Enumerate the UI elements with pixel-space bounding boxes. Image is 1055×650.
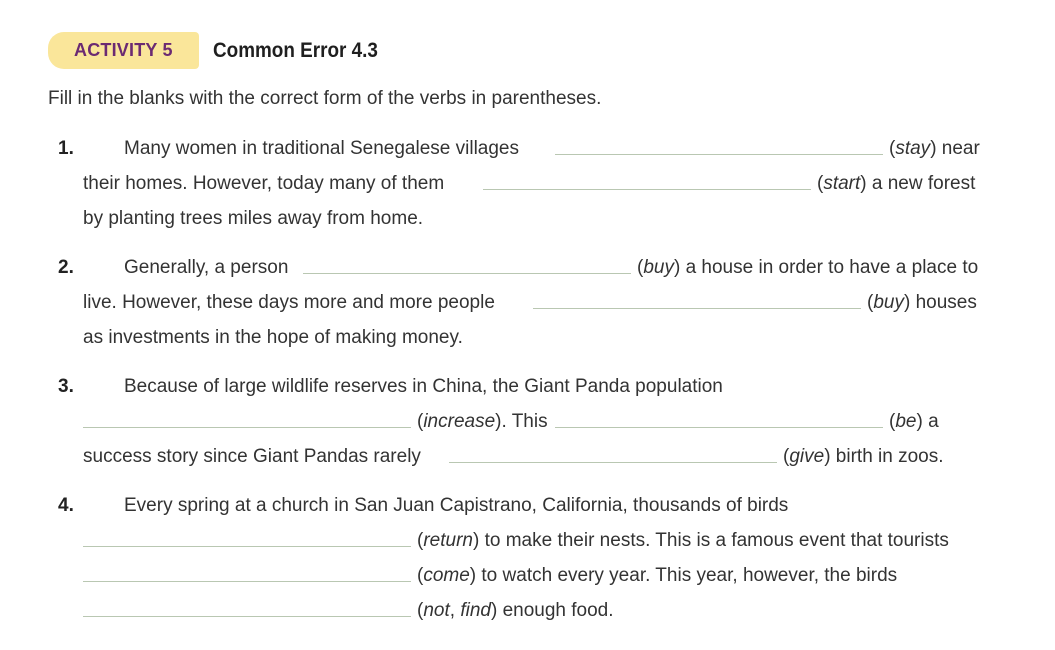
answer-blank[interactable] — [83, 616, 411, 617]
item-text: Many women in traditional Senegalese vil… — [124, 138, 520, 159]
verb-cue: (come) to watch every year. This year, h… — [417, 565, 898, 586]
verb-cue: (start) a new forest — [817, 173, 976, 194]
item-number: 3. — [58, 376, 74, 397]
item-text: by planting trees miles away from home. — [83, 208, 424, 229]
item-text: live. However, these days more and more … — [83, 292, 495, 313]
item-text: Because of large wildlife reserves in Ch… — [124, 376, 723, 397]
verb-cue: (stay) near — [889, 138, 980, 159]
instructions: Fill in the blanks with the correct form… — [48, 88, 602, 109]
verb-cue: (not, find) enough food. — [417, 600, 614, 621]
answer-blank[interactable] — [83, 581, 411, 582]
answer-blank[interactable] — [449, 462, 777, 463]
answer-blank[interactable] — [83, 546, 411, 547]
answer-blank[interactable] — [483, 189, 811, 190]
answer-blank[interactable] — [533, 308, 861, 309]
verb-cue: (be) a — [889, 411, 939, 432]
verb-cue: (give) birth in zoos. — [783, 446, 944, 467]
answer-blank[interactable] — [83, 427, 411, 428]
item-text: success story since Giant Pandas rarely — [83, 446, 421, 467]
verb-cue: (increase). This — [417, 411, 548, 432]
answer-blank[interactable] — [303, 273, 631, 274]
item-text: Every spring at a church in San Juan Cap… — [124, 495, 789, 516]
activity-title: Common Error 4.3 — [212, 38, 378, 62]
activity-badge: ACTIVITY 5 — [48, 32, 199, 69]
item-text: as investments in the hope of making mon… — [83, 327, 463, 348]
item-text: their homes. However, today many of them — [83, 173, 445, 194]
verb-cue: (buy) a house in order to have a place t… — [637, 257, 979, 278]
verb-cue: (buy) houses — [867, 292, 977, 313]
answer-blank[interactable] — [555, 427, 883, 428]
item-number: 1. — [58, 138, 74, 159]
item-number: 4. — [58, 495, 74, 516]
item-number: 2. — [58, 257, 74, 278]
verb-cue: (return) to make their nests. This is a … — [417, 530, 949, 551]
activity-header: ACTIVITY 5 Common Error 4.3 — [48, 32, 396, 69]
item-text: Generally, a person — [124, 257, 289, 278]
answer-blank[interactable] — [555, 154, 883, 155]
